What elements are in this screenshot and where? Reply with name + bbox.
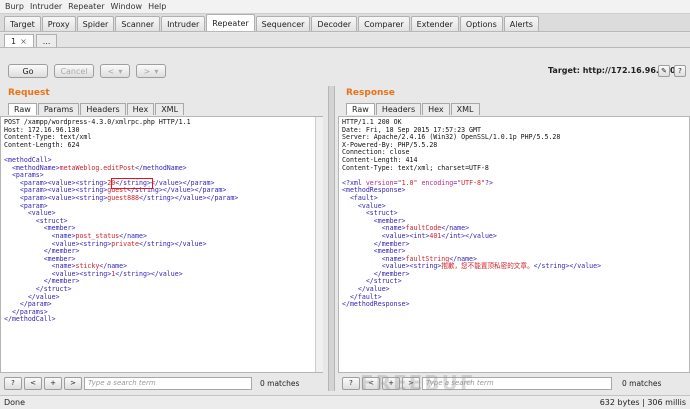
tab-sequencer[interactable]: Sequencer — [255, 16, 311, 31]
repeater-tab-1[interactable]: 1 × — [4, 34, 34, 47]
back-button[interactable]: < ▾ — [100, 64, 130, 78]
request-view-tabs: Raw Params Headers Hex XML — [8, 103, 185, 115]
response-title: Response — [346, 88, 395, 98]
pane-divider[interactable] — [328, 86, 335, 391]
response-view-tabs: Raw Headers Hex XML — [346, 103, 481, 115]
tab-extender[interactable]: Extender — [410, 16, 459, 31]
response-match-count: 0 matches — [622, 378, 662, 388]
request-line: <param><value><string>guest888</string><… — [19, 193, 239, 202]
tab-repeater[interactable]: Repeater — [206, 14, 255, 31]
tab-decoder[interactable]: Decoder — [311, 16, 358, 31]
chevron-down-icon: ▾ — [154, 66, 159, 76]
repeater-tabs: 1 × ... — [0, 33, 690, 48]
menu-item-burp[interactable]: Burp — [5, 2, 24, 11]
new-tab-button[interactable]: ... — [35, 34, 58, 47]
edit-target-button[interactable]: ✎ — [658, 65, 670, 77]
menu-item-window[interactable]: Window — [111, 2, 143, 11]
tab-intruder[interactable]: Intruder — [161, 16, 206, 31]
watermark: FREEBUF — [360, 371, 476, 395]
request-line: Content-Length: 624 — [4, 140, 80, 149]
tab-spider[interactable]: Spider — [76, 16, 115, 31]
help-icon[interactable]: ? — [4, 376, 22, 390]
response-tab-headers[interactable]: Headers — [375, 103, 422, 115]
highlight-box — [111, 178, 153, 189]
help-icon[interactable]: ? — [342, 376, 360, 390]
response-size: 632 bytes | 306 millis — [599, 398, 686, 407]
request-match-count: 0 matches — [260, 378, 300, 388]
status-text: Done — [4, 398, 26, 407]
response-tab-xml[interactable]: XML — [450, 103, 480, 115]
tool-tabs: Target Proxy Spider Scanner Intruder Repeater… — [0, 14, 690, 32]
tab-alerts[interactable]: Alerts — [503, 16, 539, 31]
request-line: <methodName>metaWeblog.editPost</methodN… — [11, 163, 187, 172]
response-line: <fault> — [349, 193, 378, 202]
target-label: Target: http://172.16.96.130 — [548, 66, 676, 75]
request-tab-params[interactable]: Params — [37, 103, 80, 115]
request-tab-headers[interactable]: Headers — [80, 103, 126, 115]
close-icon[interactable]: × — [20, 37, 27, 46]
previous-match-button[interactable]: < — [24, 376, 42, 390]
next-match-button[interactable]: > — [64, 376, 82, 390]
pencil-icon: ✎ — [661, 67, 667, 75]
cancel-button[interactable]: Cancel — [54, 64, 94, 78]
menu-bar: Burp Intruder Repeater Window Help — [0, 0, 690, 14]
tab-scanner[interactable]: Scanner — [115, 16, 161, 31]
forward-button[interactable]: > ▾ — [136, 64, 166, 78]
tab-options[interactable]: Options — [459, 16, 503, 31]
response-line: </value> — [357, 285, 390, 294]
response-line: </struct> — [365, 277, 402, 286]
help-button[interactable]: ? — [674, 65, 686, 77]
chevron-left-icon: < — [107, 66, 115, 76]
request-title: Request — [8, 88, 50, 98]
response-editor[interactable]: HTTP/1.1 200 OK Date: Fri, 18 Sep 2015 17… — [338, 116, 690, 373]
request-search-bar: ? < + > Type a search term 0 matches — [4, 375, 324, 391]
request-search-input[interactable]: Type a search term — [84, 376, 252, 390]
tab-proxy[interactable]: Proxy — [41, 16, 76, 31]
request-line: </param> — [19, 300, 52, 309]
request-tab-hex[interactable]: Hex — [126, 103, 155, 115]
add-icon[interactable]: + — [44, 376, 62, 390]
chevron-right-icon: > — [143, 66, 151, 76]
tab-target[interactable]: Target — [4, 16, 41, 31]
menu-item-help[interactable]: Help — [148, 2, 166, 11]
request-line: </methodCall> — [4, 315, 56, 324]
menu-item-intruder[interactable]: Intruder — [30, 2, 62, 11]
request-tab-xml[interactable]: XML — [155, 103, 185, 115]
response-line: </methodResponse> — [342, 300, 410, 309]
status-bar: Done 632 bytes | 306 millis — [0, 395, 690, 409]
go-button[interactable]: Go — [8, 64, 48, 78]
response-tab-raw[interactable]: Raw — [346, 103, 375, 115]
menu-item-repeater[interactable]: Repeater — [68, 2, 104, 11]
request-scrollbar[interactable] — [315, 117, 323, 372]
request-editor[interactable]: POST /xampp/wordpress-4.3.0/xmlrpc.php H… — [0, 116, 323, 373]
response-tab-hex[interactable]: Hex — [422, 103, 450, 115]
repeater-tab-label: 1 — [11, 36, 17, 46]
response-line: Content-Type: text/xml; charset=UTF-8 — [342, 163, 489, 172]
tab-comparer[interactable]: Comparer — [358, 16, 410, 31]
response-line: <methodResponse> — [342, 186, 406, 195]
help-icon: ? — [678, 67, 682, 75]
request-tab-raw[interactable]: Raw — [8, 103, 37, 115]
chevron-down-icon: ▾ — [118, 66, 123, 76]
